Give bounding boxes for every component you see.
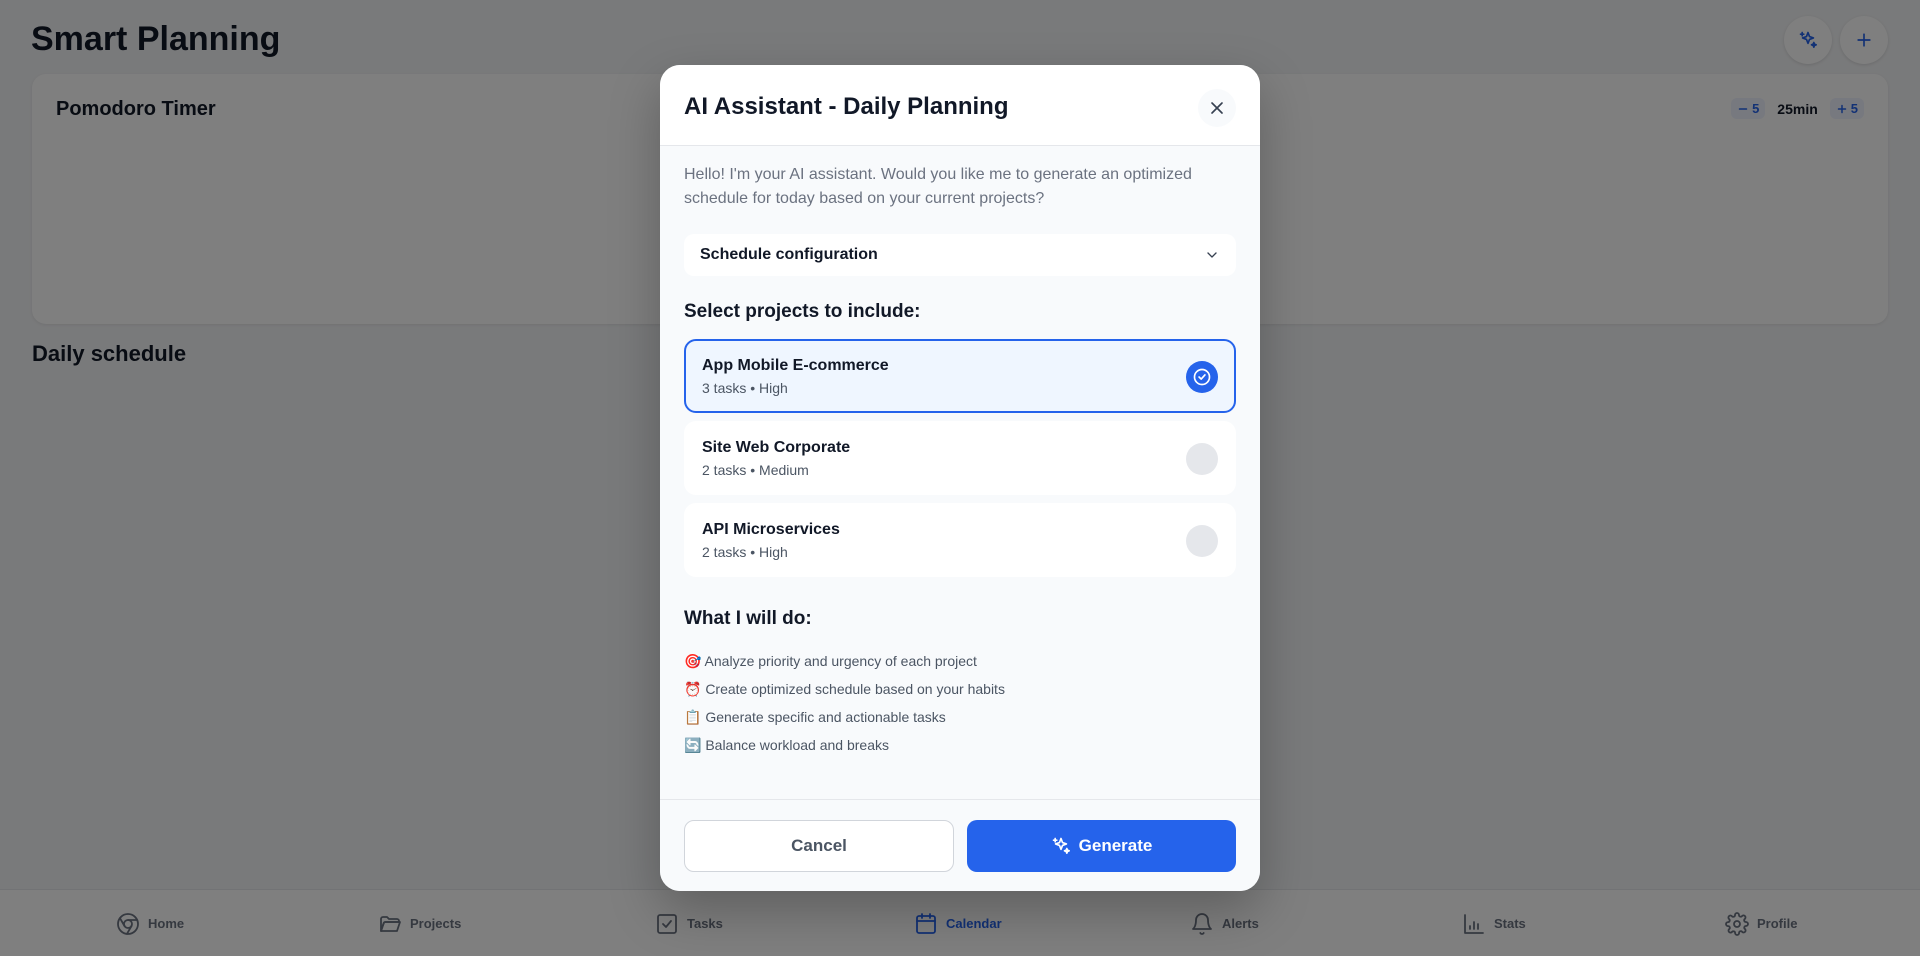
chevron-down-icon: [1207, 252, 1217, 258]
project-meta: 3 tasks • High: [702, 380, 788, 396]
check-circle-icon: [1193, 368, 1211, 386]
project-name: App Mobile E-commerce: [702, 357, 889, 374]
sparkles-icon: [1052, 837, 1070, 854]
project-option[interactable]: API Microservices 2 tasks • High: [684, 503, 1236, 577]
project-option[interactable]: Site Web Corporate 2 tasks • Medium: [684, 421, 1236, 495]
action-item: ⏰ Create optimized schedule based on you…: [684, 680, 1005, 697]
close-button[interactable]: [1198, 89, 1236, 127]
project-name: Site Web Corporate: [702, 439, 851, 456]
assistant-intro-text: Hello! I'm your AI assistant. Would you …: [684, 166, 1192, 207]
actions-list: 🎯 Analyze priority and urgency of each p…: [684, 647, 1005, 759]
project-checkbox[interactable]: [1186, 525, 1218, 557]
project-checkbox[interactable]: [1186, 361, 1218, 393]
ai-planning-dialog: AI Assistant - Daily Planning Hello! I'm…: [660, 65, 1260, 891]
schedule-config-toggle[interactable]: Schedule configuration: [684, 234, 1236, 276]
action-item: 🎯 Analyze priority and urgency of each p…: [684, 652, 977, 669]
project-meta: 2 tasks • High: [702, 544, 788, 560]
modal-header: AI Assistant - Daily Planning: [660, 65, 1260, 146]
schedule-config-label: Schedule configuration: [700, 246, 878, 263]
action-item: 🔄 Balance workload and breaks: [684, 736, 889, 753]
close-icon: [1211, 102, 1223, 114]
project-option[interactable]: App Mobile E-commerce 3 tasks • High: [684, 339, 1236, 413]
project-checkbox[interactable]: [1186, 443, 1218, 475]
actions-heading: What I will do:: [684, 608, 812, 629]
projects-heading: Select projects to include:: [684, 301, 921, 322]
generate-label: Generate: [1078, 836, 1153, 855]
project-name: API Microservices: [702, 521, 840, 538]
modal-title: AI Assistant - Daily Planning: [684, 93, 1009, 120]
project-meta: 2 tasks • Medium: [702, 462, 809, 478]
modal-footer: Cancel Generate: [660, 799, 1260, 891]
action-item: 📋 Generate specific and actionable tasks: [684, 708, 946, 725]
generate-button[interactable]: Generate: [967, 820, 1236, 872]
cancel-button[interactable]: Cancel: [684, 820, 954, 872]
